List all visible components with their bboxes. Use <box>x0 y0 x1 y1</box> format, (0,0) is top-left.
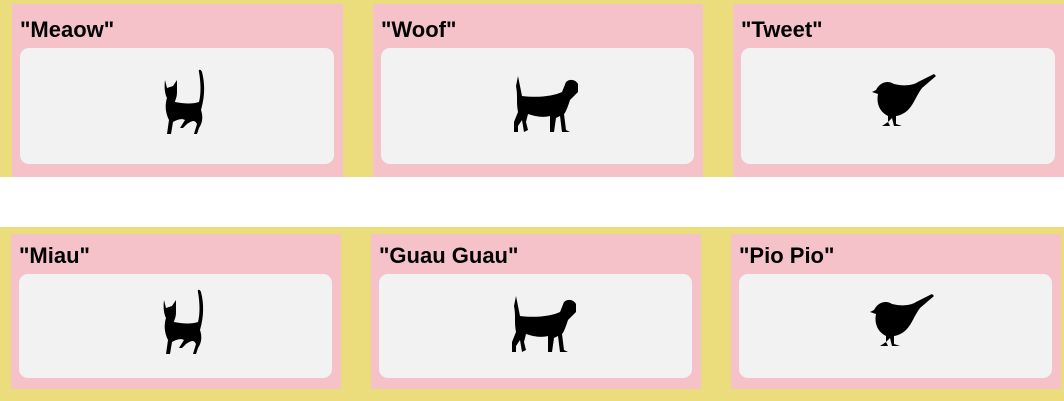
animal-card-pio-pio: "Pio Pio" <box>731 234 1061 389</box>
card-title: "Meaow" <box>20 17 115 42</box>
card-title: "Woof" <box>381 17 457 42</box>
bird-icon <box>872 74 936 126</box>
animal-card-tweet: "Tweet" <box>733 4 1064 177</box>
image-box <box>739 274 1052 378</box>
card-title: "Miau" <box>19 243 90 268</box>
animal-card-meaow: "Meaow" <box>12 4 343 177</box>
cat-icon <box>164 69 205 134</box>
card-title: "Guau Guau" <box>379 243 519 268</box>
animal-card-guau-guau: "Guau Guau" <box>371 234 701 389</box>
image-box <box>381 48 694 164</box>
dog-icon <box>513 76 578 132</box>
image-box <box>741 48 1055 164</box>
image-box <box>20 48 334 164</box>
card-title: "Tweet" <box>741 17 823 42</box>
card-title: "Pio Pio" <box>739 243 835 268</box>
bird-icon <box>869 294 934 346</box>
animal-card-miau: "Miau" <box>11 234 341 389</box>
image-box <box>19 274 332 378</box>
cat-icon <box>163 289 203 354</box>
animal-card-woof: "Woof" <box>373 4 703 177</box>
image-box <box>379 274 692 378</box>
dog-icon <box>511 296 576 352</box>
